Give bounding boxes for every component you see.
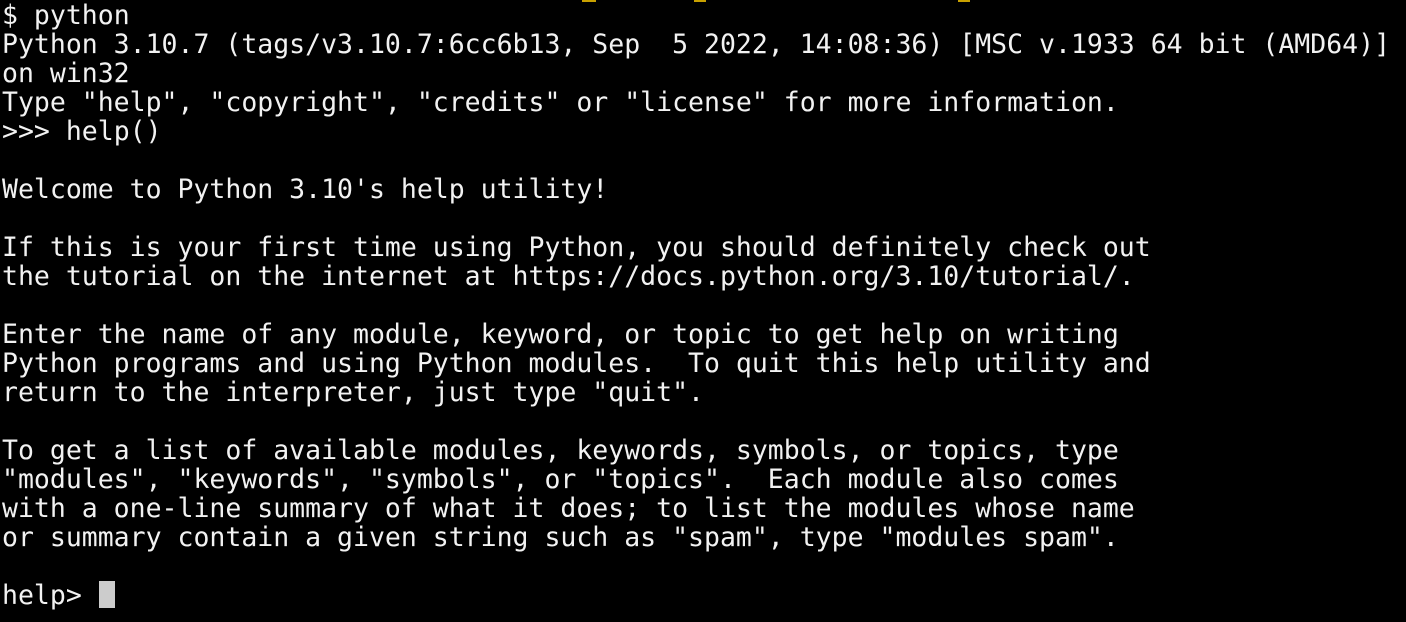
shell-prompt: $ — [2, 0, 34, 31]
help-text-line: Enter the name of any module, keyword, o… — [2, 319, 1119, 350]
repl-prompt: >>> — [2, 116, 66, 147]
shell-command-line: $ python — [2, 1, 130, 30]
shell-command: python — [33, 0, 130, 31]
scrolled-text-fragment — [694, 0, 706, 2]
terminal-window[interactable]: $ python Python 3.10.7 (tags/v3.10.7:6cc… — [0, 0, 1406, 622]
help-text-line: Python programs and using Python modules… — [2, 348, 1151, 379]
scrolled-text-fragment — [582, 0, 596, 2]
help-text-line: Welcome to Python 3.10's help utility! — [2, 174, 609, 205]
banner-line: Python 3.10.7 (tags/v3.10.7:6cc6b13, Sep… — [2, 29, 1391, 60]
help-prompt: help> — [2, 580, 98, 611]
help-text-line: the tutorial on the internet at https://… — [2, 261, 1135, 292]
repl-input-line: >>> help() — [2, 117, 162, 146]
text-cursor[interactable] — [98, 581, 115, 608]
scrolled-text-fragment — [958, 0, 970, 2]
banner-line: Type "help", "copyright", "credits" or "… — [2, 87, 1119, 118]
help-text-line: return to the interpreter, just type "qu… — [2, 377, 704, 408]
help-text-line: To get a list of available modules, keyw… — [2, 435, 1119, 466]
banner-line: on win32 — [2, 58, 130, 89]
help-text-line: or summary contain a given string such a… — [2, 522, 1119, 553]
help-text-line: If this is your first time using Python,… — [2, 232, 1151, 263]
help-input-line[interactable]: help> — [2, 581, 115, 610]
help-text-line: with a one-line summary of what it does;… — [2, 493, 1135, 524]
repl-input: help() — [65, 116, 162, 147]
help-text-line: "modules", "keywords", "symbols", or "to… — [2, 464, 1119, 495]
